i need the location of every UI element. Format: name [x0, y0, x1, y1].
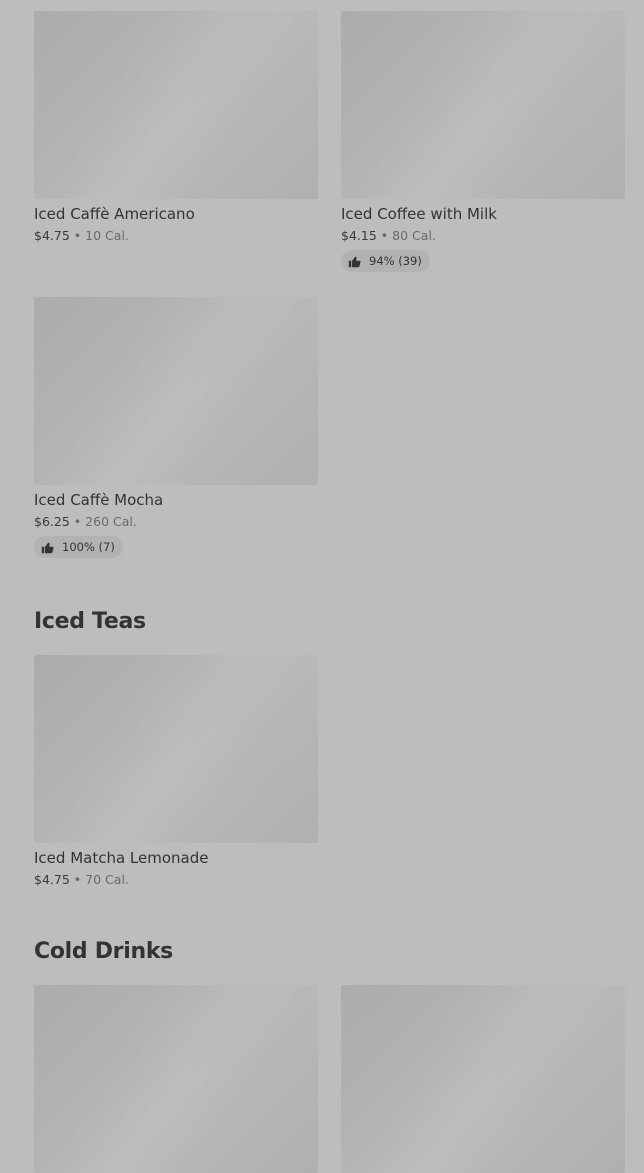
thumbs-up-icon — [41, 542, 54, 553]
menu-item-name: Iced Caffè Americano — [34, 205, 195, 223]
menu-item-calories: 260 Cal. — [85, 514, 137, 529]
menu-item-meta: $4.75 • 10 Cal. — [34, 228, 318, 244]
menu-item-price: $4.75 — [34, 872, 70, 887]
menu-item-image — [34, 655, 318, 843]
menu-item-calories: 10 Cal. — [85, 228, 129, 243]
menu-item-image — [34, 297, 318, 485]
separator-dot: • — [73, 228, 82, 243]
rating-text: 100% (7) — [62, 540, 115, 554]
menu-item-card[interactable] — [34, 985, 318, 1173]
rating-text: 94% (39) — [369, 254, 422, 268]
rating-badge: 94% (39) — [341, 250, 430, 272]
menu-item-calories: 70 Cal. — [85, 872, 129, 887]
menu-item-image — [34, 11, 318, 199]
menu-item-card[interactable] — [341, 985, 625, 1173]
menu-item-image — [341, 11, 625, 199]
menu-item-card[interactable]: Iced Caffè Americano $4.75 • 10 Cal. — [34, 11, 318, 244]
menu-item-image — [341, 985, 625, 1173]
menu-item-card[interactable]: Iced Coffee with Milk $4.15 • 80 Cal. 94% … — [341, 11, 625, 272]
rating-badge: 100% (7) — [34, 536, 123, 558]
separator-dot: • — [380, 228, 389, 243]
menu-item-calories: 80 Cal. — [392, 228, 436, 243]
menu-item-meta: $4.15 • 80 Cal. — [341, 228, 625, 244]
thumbs-up-icon — [348, 256, 361, 267]
menu-item-card[interactable]: Iced Caffè Mocha $6.25 • 260 Cal. 100% (7) — [34, 297, 318, 558]
menu-item-name: Iced Matcha Lemonade — [34, 849, 209, 867]
section-title-cold-drinks: Cold Drinks — [34, 939, 173, 964]
menu-item-price: $4.75 — [34, 228, 70, 243]
menu-item-image — [34, 985, 318, 1173]
menu-item-price: $4.15 — [341, 228, 377, 243]
menu-item-name: Iced Coffee with Milk — [341, 205, 497, 223]
menu-item-price: $6.25 — [34, 514, 70, 529]
menu-item-meta: $4.75 • 70 Cal. — [34, 872, 318, 888]
section-title-iced-teas: Iced Teas — [34, 609, 146, 634]
menu-item-card[interactable]: Iced Matcha Lemonade $4.75 • 70 Cal. — [34, 655, 318, 888]
separator-dot: • — [73, 872, 82, 887]
separator-dot: • — [73, 514, 82, 529]
menu-item-meta: $6.25 • 260 Cal. — [34, 514, 318, 530]
menu-item-name: Iced Caffè Mocha — [34, 491, 164, 509]
